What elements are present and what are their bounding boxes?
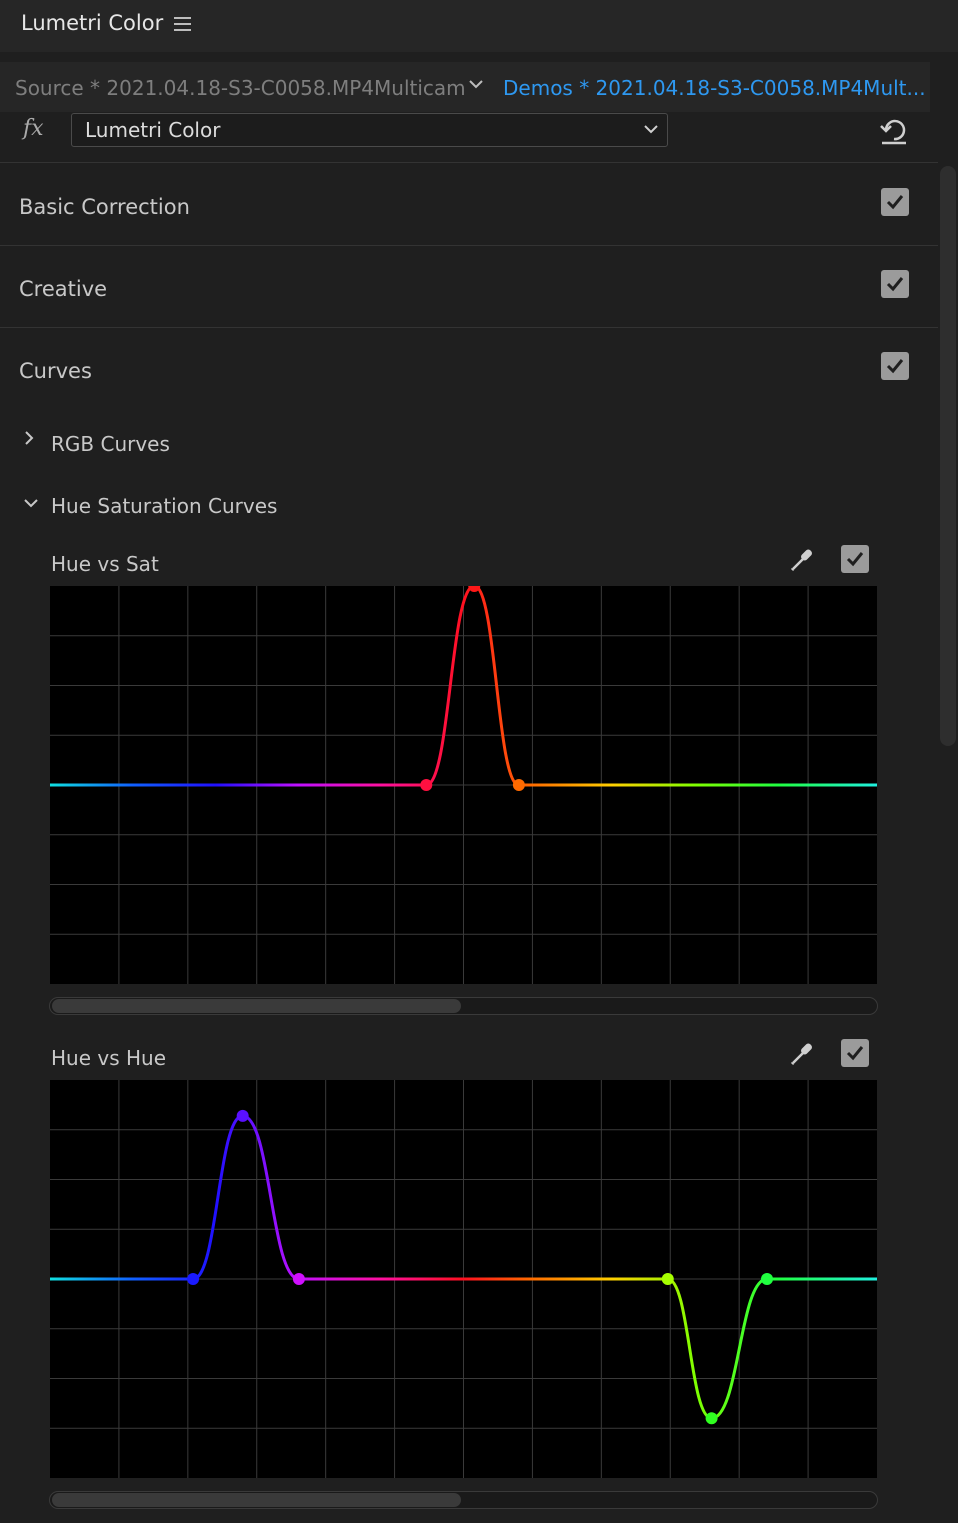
creative-checkbox[interactable]: [881, 270, 909, 298]
divider: [0, 327, 938, 328]
hue-vs-hue-label: Hue vs Hue: [51, 1046, 167, 1070]
reset-icon[interactable]: [878, 116, 910, 146]
curve-control-point[interactable]: [661, 1273, 674, 1285]
chevron-down-icon[interactable]: [642, 120, 660, 138]
hue-vs-sat-graph[interactable]: [50, 586, 877, 984]
effect-select-value: Lumetri Color: [85, 118, 221, 142]
divider: [0, 245, 938, 246]
sequence-clip-label[interactable]: Demos * 2021.04.18-S3-C0058.MP4Mult...: [503, 76, 926, 100]
hue-vs-sat-checkbox[interactable]: [841, 545, 869, 573]
eyedropper-icon[interactable]: [788, 544, 818, 578]
chevron-down-icon[interactable]: [23, 495, 39, 514]
source-clip-label[interactable]: Source * 2021.04.18-S3-C0058.MP4Multicam: [15, 76, 466, 100]
divider: [0, 162, 938, 163]
curve-control-point[interactable]: [420, 779, 433, 791]
fx-icon: fx: [23, 116, 44, 141]
hue-vs-hue-checkbox[interactable]: [841, 1039, 869, 1067]
section-basic-correction[interactable]: Basic Correction: [19, 195, 190, 219]
curve-control-point[interactable]: [468, 586, 481, 592]
curve-control-point[interactable]: [292, 1273, 305, 1285]
hue-sat-curves-toggle[interactable]: Hue Saturation Curves: [51, 494, 277, 518]
hue-vs-hue-scrollbar[interactable]: [49, 1491, 878, 1509]
section-curves[interactable]: Curves: [19, 359, 92, 383]
panel-title: Lumetri Color: [21, 11, 164, 35]
chevron-down-icon[interactable]: [468, 76, 484, 97]
eyedropper-icon[interactable]: [788, 1038, 818, 1072]
hue-vs-sat-scrollbar[interactable]: [49, 997, 878, 1015]
hamburger-menu-icon[interactable]: [174, 17, 191, 33]
section-creative[interactable]: Creative: [19, 277, 107, 301]
curve-control-point[interactable]: [705, 1412, 718, 1425]
hue-vs-hue-scroll-thumb[interactable]: [52, 1493, 461, 1507]
curve-control-point[interactable]: [187, 1273, 200, 1285]
curves-checkbox[interactable]: [881, 352, 909, 380]
hue-vs-hue-graph[interactable]: [50, 1080, 877, 1478]
panel-scrollbar-thumb[interactable]: [940, 166, 956, 746]
curve-control-point[interactable]: [512, 779, 525, 791]
curve-control-point[interactable]: [761, 1273, 774, 1285]
hue-vs-sat-scroll-thumb[interactable]: [52, 999, 461, 1013]
rgb-curves-toggle[interactable]: RGB Curves: [51, 432, 170, 456]
chevron-right-icon[interactable]: [22, 430, 36, 450]
curve-control-point[interactable]: [236, 1109, 249, 1122]
hue-vs-sat-label: Hue vs Sat: [51, 552, 159, 576]
basic-correction-checkbox[interactable]: [881, 188, 909, 216]
